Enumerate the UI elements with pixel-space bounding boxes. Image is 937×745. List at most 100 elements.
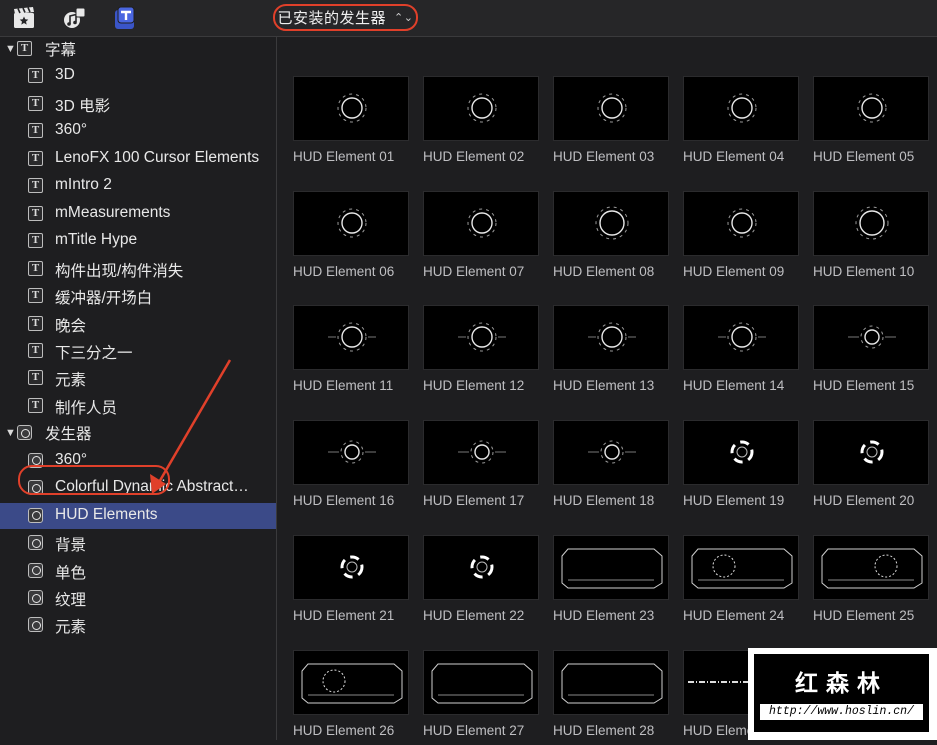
generator-tile[interactable]: HUD Element 18 bbox=[553, 420, 669, 515]
generator-tile[interactable]: HUD Element 06 bbox=[293, 191, 409, 286]
sidebar-item[interactable]: T LenoFX 100 Cursor Elements bbox=[0, 146, 276, 172]
sidebar-item[interactable]: T 下三分之一 bbox=[0, 338, 276, 364]
titles-generators-icon[interactable] bbox=[112, 6, 136, 30]
generator-tile[interactable]: HUD Element 16 bbox=[293, 420, 409, 515]
generator-tile[interactable]: HUD Element 24 bbox=[683, 535, 799, 630]
hud-thumbnail[interactable] bbox=[813, 76, 929, 141]
hud-thumbnail[interactable] bbox=[423, 650, 539, 715]
hud-thumbnail[interactable] bbox=[423, 76, 539, 141]
generator-tile[interactable]: HUD Element 22 bbox=[423, 535, 539, 630]
tile-caption: HUD Element 24 bbox=[683, 608, 785, 623]
sidebar-section-1[interactable]: ▼ 发生器 bbox=[0, 420, 276, 446]
hud-thumbnail[interactable] bbox=[553, 535, 669, 600]
hud-thumbnail[interactable] bbox=[293, 535, 409, 600]
sidebar-item[interactable]: T 3D bbox=[0, 63, 276, 89]
sidebar-item-label: 360° bbox=[55, 450, 88, 468]
sidebar-item[interactable]: 纹理 bbox=[0, 585, 276, 611]
generator-tile[interactable]: HUD Element 11 bbox=[293, 305, 409, 400]
sidebar-item[interactable]: T 缓冲器/开场白 bbox=[0, 283, 276, 309]
sidebar-item[interactable]: TmTitle Hype bbox=[0, 228, 276, 254]
hud-thumbnail[interactable] bbox=[423, 305, 539, 370]
generator-tile[interactable]: HUD Element 21 bbox=[293, 535, 409, 630]
sidebar-item[interactable]: Colorful Dynamic Abstract… bbox=[0, 475, 276, 501]
sidebar-item[interactable]: HUD Elements bbox=[0, 502, 276, 529]
hud-thumbnail[interactable] bbox=[813, 305, 929, 370]
generator-tile[interactable]: HUD Element 04 bbox=[683, 76, 799, 171]
sidebar-item[interactable]: T 构件出现/构件消失 bbox=[0, 256, 276, 282]
generator-tile[interactable]: HUD Element 28 bbox=[553, 650, 669, 745]
chevron-updown-icon: ⌃⌄ bbox=[394, 12, 414, 24]
disclosure-triangle-icon[interactable]: ▼ bbox=[5, 43, 16, 55]
generator-icon bbox=[28, 452, 43, 468]
hud-thumbnail[interactable] bbox=[683, 76, 799, 141]
sidebar-item[interactable]: T 360° bbox=[0, 118, 276, 144]
hud-thumbnail[interactable] bbox=[683, 420, 799, 485]
hud-thumbnail[interactable] bbox=[813, 420, 929, 485]
tile-caption: HUD Element 25 bbox=[813, 608, 915, 623]
sidebar-item[interactable]: T 元素 bbox=[0, 365, 276, 391]
generator-tile[interactable]: HUD Element 08 bbox=[553, 191, 669, 286]
hud-thumbnail[interactable] bbox=[813, 535, 929, 600]
watermark-url: http://www.hoslin.cn/ bbox=[760, 704, 923, 720]
generator-tile[interactable]: HUD Element 23 bbox=[553, 535, 669, 630]
installed-generators-dropdown[interactable]: 已安装的发生器 ⌃⌄ bbox=[273, 4, 418, 31]
generator-tile[interactable]: HUD Element 15 bbox=[813, 305, 929, 400]
generator-tile[interactable]: HUD Element 19 bbox=[683, 420, 799, 515]
hud-thumbnail[interactable] bbox=[293, 420, 409, 485]
generator-tile[interactable]: HUD Element 12 bbox=[423, 305, 539, 400]
hud-thumbnail[interactable] bbox=[423, 535, 539, 600]
title-icon: T bbox=[28, 342, 43, 358]
tile-caption: HUD Element 14 bbox=[683, 378, 785, 393]
hud-thumbnail[interactable] bbox=[423, 420, 539, 485]
generator-tile[interactable]: HUD Element 09 bbox=[683, 191, 799, 286]
sidebar-item-label: mIntro 2 bbox=[55, 176, 112, 194]
generator-tile[interactable]: HUD Element 01 bbox=[293, 76, 409, 171]
hud-thumbnail[interactable] bbox=[813, 191, 929, 256]
hud-thumbnail[interactable] bbox=[293, 76, 409, 141]
clapboard-star-icon[interactable] bbox=[12, 6, 36, 30]
generator-tile[interactable]: HUD Element 26 bbox=[293, 650, 409, 745]
generator-tile[interactable]: HUD Element 17 bbox=[423, 420, 539, 515]
sidebar-item[interactable]: 单色 bbox=[0, 558, 276, 584]
hud-thumbnail[interactable] bbox=[553, 191, 669, 256]
tile-caption: HUD Element 26 bbox=[293, 723, 395, 738]
generator-tile[interactable]: HUD Element 03 bbox=[553, 76, 669, 171]
sidebar-item-label: 纹理 bbox=[55, 592, 87, 609]
title-icon: T bbox=[28, 260, 43, 276]
tile-caption: HUD Element 08 bbox=[553, 264, 655, 279]
generator-tile[interactable]: HUD Element 05 bbox=[813, 76, 929, 171]
hud-thumbnail[interactable] bbox=[683, 535, 799, 600]
sidebar-item[interactable]: TmMeasurements bbox=[0, 201, 276, 227]
hud-thumbnail[interactable] bbox=[553, 420, 669, 485]
generator-tile[interactable]: HUD Element 27 bbox=[423, 650, 539, 745]
music-photo-icon[interactable] bbox=[63, 6, 87, 30]
hud-thumbnail[interactable] bbox=[423, 191, 539, 256]
sidebar-item[interactable]: T 制作人员 bbox=[0, 393, 276, 419]
sidebar-item[interactable]: T 晚会 bbox=[0, 311, 276, 337]
sidebar-section-0[interactable]: ▼ T 字幕 bbox=[0, 36, 276, 62]
sidebar-item-label: mMeasurements bbox=[55, 203, 171, 221]
generator-tile[interactable]: HUD Element 20 bbox=[813, 420, 929, 515]
sidebar-item[interactable]: 背景 bbox=[0, 530, 276, 556]
generator-tile[interactable]: HUD Element 14 bbox=[683, 305, 799, 400]
hud-thumbnail[interactable] bbox=[553, 650, 669, 715]
hud-thumbnail[interactable] bbox=[683, 305, 799, 370]
generator-tile[interactable]: HUD Element 25 bbox=[813, 535, 929, 630]
hud-thumbnail[interactable] bbox=[683, 191, 799, 256]
sidebar-item[interactable]: T 3D 电影 bbox=[0, 91, 276, 117]
hud-thumbnail[interactable] bbox=[293, 650, 409, 715]
hud-thumbnail[interactable] bbox=[553, 305, 669, 370]
sidebar-item[interactable]: TmIntro 2 bbox=[0, 173, 276, 199]
hud-thumbnail[interactable] bbox=[553, 76, 669, 141]
sidebar-section-label: 发生器 bbox=[45, 426, 92, 444]
tile-caption: HUD Element 23 bbox=[553, 608, 655, 623]
sidebar-item[interactable]: 360° bbox=[0, 448, 276, 474]
disclosure-triangle-icon[interactable]: ▼ bbox=[5, 427, 16, 439]
generator-tile[interactable]: HUD Element 02 bbox=[423, 76, 539, 171]
generator-tile[interactable]: HUD Element 13 bbox=[553, 305, 669, 400]
hud-thumbnail[interactable] bbox=[293, 305, 409, 370]
sidebar-item[interactable]: 元素 bbox=[0, 612, 276, 638]
generator-tile[interactable]: HUD Element 10 bbox=[813, 191, 929, 286]
generator-tile[interactable]: HUD Element 07 bbox=[423, 191, 539, 286]
hud-thumbnail[interactable] bbox=[293, 191, 409, 256]
